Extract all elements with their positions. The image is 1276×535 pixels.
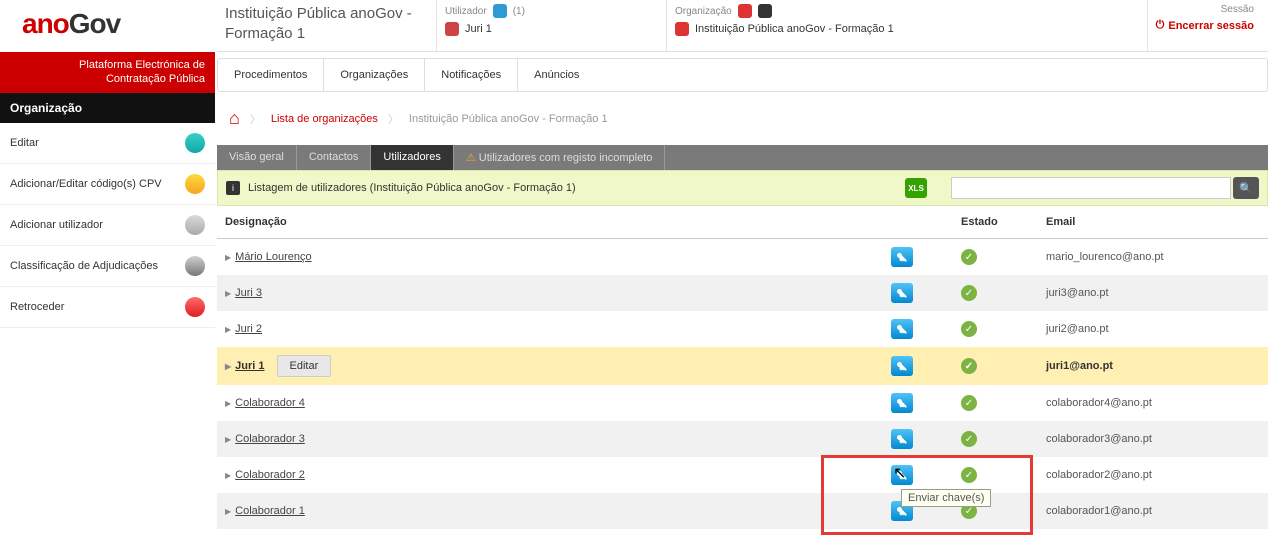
brand-tagline: Plataforma Electrónica de Contratação Pú… — [0, 52, 215, 93]
nav-item-2[interactable]: Adicionar utilizador — [0, 205, 215, 246]
status-ok-icon: ✓ — [961, 321, 977, 337]
status-ok-icon: ✓ — [961, 249, 977, 265]
table-row: ▶Colaborador 1 ✓ colaborador1@ano.pt — [217, 493, 1268, 529]
user-name-cell[interactable]: ▶Colaborador 2 — [217, 457, 883, 493]
user-email: colaborador1@ano.pt — [1038, 493, 1268, 529]
main-tab-0[interactable]: Procedimentos — [218, 59, 324, 91]
send-key-button[interactable] — [891, 429, 913, 449]
main-tab-3[interactable]: Anúncios — [518, 59, 595, 91]
table-row: ▶Colaborador 3 ✓ colaborador3@ano.pt — [217, 421, 1268, 457]
col-name[interactable]: Designação — [217, 206, 883, 239]
org-label: Organização — [675, 4, 1133, 18]
send-key-button[interactable] — [891, 356, 913, 376]
crumb-link[interactable]: Lista de organizações — [271, 113, 378, 125]
nav-icon — [185, 297, 205, 317]
home-icon[interactable]: ⌂ — [229, 108, 240, 129]
user-email: colaborador4@ano.pt — [1038, 385, 1268, 421]
org-icon-2 — [758, 4, 772, 18]
nav-label: Retroceder — [10, 301, 64, 313]
session-label: Sessão — [1156, 4, 1254, 15]
sub-tab-2[interactable]: Utilizadores — [371, 145, 453, 170]
user-name-cell[interactable]: ▶Mário Lourenço — [217, 239, 883, 276]
user-name-cell[interactable]: ▶Colaborador 4 — [217, 385, 883, 421]
search-button[interactable]: 🔍 — [1233, 177, 1259, 199]
nav-icon — [185, 133, 205, 153]
nav-icon — [185, 174, 205, 194]
user-name-cell[interactable]: ▶Juri 2 — [217, 311, 883, 347]
nav-label: Classificação de Adjudicações — [10, 260, 158, 272]
sub-tab-1[interactable]: Contactos — [297, 145, 372, 170]
info-icon: i — [226, 181, 240, 195]
status-ok-icon: ✓ — [961, 431, 977, 447]
send-key-button[interactable] — [891, 319, 913, 339]
status-ok-icon: ✓ — [961, 358, 977, 374]
table-row: ▶Mário Lourenço ✓ mario_lourenco@ano.pt — [217, 239, 1268, 276]
listing-title: Listagem de utilizadores (Instituição Pú… — [248, 182, 576, 194]
search-input[interactable] — [951, 177, 1231, 199]
user-email: mario_lourenco@ano.pt — [1038, 239, 1268, 276]
status-ok-icon: ✓ — [961, 285, 977, 301]
org-icon-1 — [738, 4, 752, 18]
key-tooltip: Enviar chave(s) — [901, 489, 991, 507]
sub-tab-0[interactable]: Visão geral — [217, 145, 297, 170]
user-name: Juri 1 — [465, 23, 492, 35]
edit-button[interactable]: Editar — [277, 355, 332, 377]
send-key-button[interactable] — [891, 247, 913, 267]
main-tabs: ProcedimentosOrganizaçõesNotificaçõesAnú… — [217, 58, 1268, 92]
user-name-cell[interactable]: ▶Colaborador 3 — [217, 421, 883, 457]
export-xls-button[interactable]: XLS — [905, 178, 927, 198]
col-status[interactable]: Estado — [953, 206, 1038, 239]
user-email: juri1@ano.pt — [1038, 347, 1268, 385]
nav-item-0[interactable]: Editar — [0, 123, 215, 164]
user-name-cell[interactable]: ▶Juri 1Editar — [217, 347, 883, 385]
nav-item-3[interactable]: Classificação de Adjudicações — [0, 246, 215, 287]
col-email[interactable]: Email — [1038, 206, 1268, 239]
nav-label: Adicionar utilizador — [10, 219, 103, 231]
user-name-cell[interactable]: ▶Colaborador 1 — [217, 493, 883, 529]
nav-icon — [185, 215, 205, 235]
left-nav-title: Organização — [0, 93, 215, 123]
user-icon — [445, 22, 459, 36]
user-email: colaborador2@ano.pt — [1038, 457, 1268, 493]
table-row: ▶Juri 1Editar ✓ juri1@ano.pt — [217, 347, 1268, 385]
institution-title: Instituição Pública anoGov - Formação 1 — [225, 4, 422, 43]
user-label: Utilizador (1) — [445, 4, 652, 18]
table-row: ▶Colaborador 2 ↖Enviar chave(s) ✓ colabo… — [217, 457, 1268, 493]
user-email: juri3@ano.pt — [1038, 275, 1268, 311]
org-badge-icon — [675, 22, 689, 36]
nav-label: Editar — [10, 137, 39, 149]
logout-link[interactable]: ⏻Encerrar sessão — [1156, 19, 1254, 32]
user-email: juri2@ano.pt — [1038, 311, 1268, 347]
main-tab-2[interactable]: Notificações — [425, 59, 518, 91]
send-key-button[interactable] — [891, 393, 913, 413]
send-key-button[interactable] — [891, 283, 913, 303]
table-row: ▶Juri 3 ✓ juri3@ano.pt — [217, 275, 1268, 311]
crumb-current: Instituição Pública anoGov - Formação 1 — [409, 113, 608, 125]
user-count-icon — [493, 4, 507, 18]
status-ok-icon: ✓ — [961, 467, 977, 483]
logo: anoGov — [0, 0, 215, 52]
table-row: ▶Colaborador 4 ✓ colaborador4@ano.pt — [217, 385, 1268, 421]
nav-icon — [185, 256, 205, 276]
user-name-cell[interactable]: ▶Juri 3 — [217, 275, 883, 311]
power-icon: ⏻ — [1156, 19, 1165, 32]
sub-tab-3[interactable]: Utilizadores com registo incompleto — [454, 145, 666, 170]
nav-item-4[interactable]: Retroceder — [0, 287, 215, 328]
breadcrumb: ⌂ 〉 Lista de organizações 〉 Instituição … — [217, 102, 1268, 135]
send-key-button[interactable]: ↖Enviar chave(s) — [891, 465, 913, 485]
org-name: Instituição Pública anoGov - Formação 1 — [695, 23, 894, 35]
sub-tabs: Visão geralContactosUtilizadoresUtilizad… — [217, 145, 1268, 170]
table-row: ▶Juri 2 ✓ juri2@ano.pt — [217, 311, 1268, 347]
nav-item-1[interactable]: Adicionar/Editar código(s) CPV — [0, 164, 215, 205]
nav-label: Adicionar/Editar código(s) CPV — [10, 178, 162, 190]
status-ok-icon: ✓ — [961, 395, 977, 411]
user-email: colaborador3@ano.pt — [1038, 421, 1268, 457]
main-tab-1[interactable]: Organizações — [324, 59, 425, 91]
